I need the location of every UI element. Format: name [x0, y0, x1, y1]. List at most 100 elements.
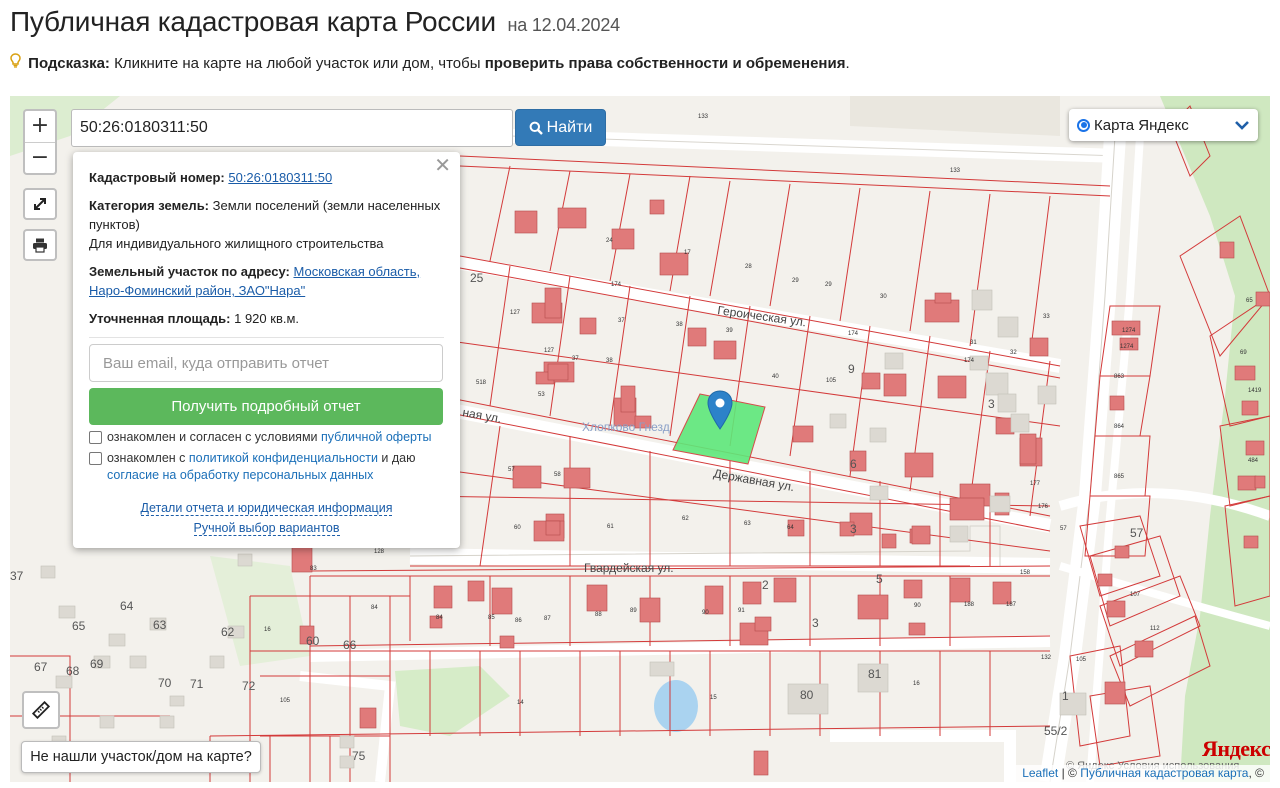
report-details-link[interactable]: Детали отчета и юридическая информация — [140, 501, 393, 516]
svg-text:63: 63 — [153, 618, 167, 632]
svg-text:83: 83 — [310, 566, 317, 572]
cadastral-map[interactable]: Героическая ул. Державная ул. Гвардейска… — [10, 96, 1270, 782]
svg-text:66: 66 — [343, 638, 357, 652]
privacy-policy-link[interactable]: политикой конфиденциальности — [189, 451, 378, 465]
print-button[interactable] — [23, 229, 57, 261]
land-category-row: Категория земель: Земли поселений (земли… — [89, 196, 444, 253]
street-label-gvardeyskaya: Гвардейская ул. — [584, 561, 674, 575]
leaflet-link[interactable]: Leaflet — [1022, 766, 1058, 780]
print-icon — [33, 238, 47, 253]
not-found-button[interactable]: Не нашли участок/дом на карте? — [21, 741, 261, 773]
svg-text:60: 60 — [514, 525, 521, 531]
svg-text:128: 128 — [374, 549, 385, 555]
svg-text:57: 57 — [1060, 526, 1067, 532]
fullscreen-button[interactable] — [23, 188, 57, 220]
svg-text:63: 63 — [744, 521, 751, 527]
search-button[interactable]: Найти — [515, 109, 606, 146]
email-field[interactable]: Ваш email, куда отправить отчет — [89, 344, 443, 382]
svg-text:90: 90 — [914, 603, 921, 609]
svg-text:9: 9 — [848, 362, 855, 376]
manual-selection-link[interactable]: Ручной выбор вариантов — [193, 521, 340, 536]
svg-text:69: 69 — [1240, 350, 1247, 356]
pkk-link[interactable]: Публичная кадастровая карта — [1080, 766, 1248, 780]
svg-text:1419: 1419 — [1248, 388, 1262, 394]
address-label: Земельный участок по адресу: — [89, 264, 290, 279]
svg-text:62: 62 — [682, 516, 689, 522]
area-label: Уточненная площадь: — [89, 311, 231, 326]
personal-data-consent-link[interactable]: согласие на обработку персональных данны… — [107, 468, 373, 482]
consent-privacy-checkbox[interactable] — [89, 452, 102, 465]
search-icon — [529, 121, 543, 135]
svg-text:70: 70 — [158, 676, 172, 690]
popup-divider — [89, 337, 444, 338]
svg-text:68: 68 — [66, 664, 80, 678]
measure-button[interactable] — [22, 691, 60, 729]
svg-text:32: 32 — [1010, 350, 1017, 356]
cadastral-search-input[interactable]: 50:26:0180311:50 — [71, 109, 513, 147]
zoom-out-button[interactable]: − — [25, 142, 55, 173]
svg-text:88: 88 — [595, 612, 602, 618]
svg-text:25: 25 — [470, 271, 484, 285]
svg-text:484: 484 — [1248, 458, 1259, 464]
hint-emphasis: проверить права собственности и обремене… — [484, 55, 846, 72]
page-title: Публичная кадастровая карта России на 12… — [10, 6, 1270, 38]
svg-text:5: 5 — [876, 572, 883, 586]
svg-text:29: 29 — [825, 282, 832, 288]
svg-text:127: 127 — [510, 310, 521, 316]
land-usage-value: Для индивидуального жилищного строительс… — [89, 236, 384, 251]
svg-text:112: 112 — [1150, 626, 1160, 632]
hint-text: Кликните на карте на любой участок или д… — [109, 55, 485, 72]
svg-text:187: 187 — [1006, 602, 1017, 608]
hint-label: Подсказка: — [28, 55, 110, 72]
svg-text:60: 60 — [306, 634, 320, 648]
page-date: на 12.04.2024 — [507, 15, 621, 35]
svg-text:53: 53 — [538, 392, 545, 398]
svg-text:67: 67 — [34, 660, 48, 674]
zoom-in-button[interactable]: + — [25, 111, 55, 142]
svg-text:518: 518 — [476, 380, 487, 386]
public-offer-link[interactable]: публичной оферты — [321, 430, 431, 444]
svg-text:174: 174 — [964, 358, 975, 364]
svg-text:133: 133 — [698, 114, 709, 120]
svg-text:133: 133 — [950, 168, 961, 174]
close-icon[interactable]: ✕ — [434, 155, 451, 175]
address-row: Земельный участок по адресу: Московская … — [89, 262, 444, 300]
cadastral-number-link[interactable]: 50:26:0180311:50 — [228, 170, 332, 185]
svg-text:84: 84 — [371, 605, 378, 611]
consent-offer-label: ознакомлен и согласен с условиями — [107, 430, 321, 444]
svg-text:174: 174 — [611, 282, 622, 288]
svg-text:38: 38 — [606, 358, 613, 364]
ruler-icon — [32, 701, 50, 719]
svg-text:87: 87 — [544, 616, 551, 622]
svg-text:188: 188 — [964, 602, 975, 608]
svg-text:28: 28 — [745, 264, 752, 270]
svg-text:55/2: 55/2 — [1044, 724, 1068, 738]
cadastral-number-label: Кадастровый номер: — [89, 170, 225, 185]
page-title-text: Публичная кадастровая карта России — [10, 6, 496, 37]
chevron-down-icon — [1235, 121, 1249, 130]
svg-text:29: 29 — [792, 278, 799, 284]
svg-text:158: 158 — [1020, 570, 1031, 576]
get-report-button[interactable]: Получить подробный отчет — [89, 388, 443, 425]
map-marker-icon[interactable] — [707, 390, 733, 430]
svg-text:127: 127 — [544, 348, 555, 354]
svg-text:57: 57 — [1130, 526, 1144, 540]
svg-text:14: 14 — [517, 700, 524, 706]
svg-text:71: 71 — [190, 677, 204, 691]
svg-text:85: 85 — [488, 615, 495, 621]
svg-text:864: 864 — [1114, 424, 1125, 430]
parcel-info-popup: ✕ Кадастровый номер: 50:26:0180311:50 Ка… — [73, 152, 460, 548]
consent-privacy-text: ознакомлен с политикой конфиденциальност… — [107, 450, 444, 484]
svg-text:38: 38 — [676, 322, 683, 328]
svg-text:176: 176 — [1038, 504, 1049, 510]
consent-offer-checkbox[interactable] — [89, 431, 102, 444]
svg-text:37: 37 — [572, 356, 579, 362]
consent-privacy-row: ознакомлен с политикой конфиденциальност… — [89, 450, 444, 484]
lightbulb-icon — [10, 53, 24, 71]
svg-text:6: 6 — [850, 457, 857, 471]
hint-end: . — [845, 55, 850, 72]
svg-text:40: 40 — [772, 374, 779, 380]
svg-text:64: 64 — [787, 525, 794, 531]
layer-radio[interactable] — [1077, 118, 1090, 132]
map-layer-select[interactable]: Карта Яндекс — [1069, 109, 1258, 141]
